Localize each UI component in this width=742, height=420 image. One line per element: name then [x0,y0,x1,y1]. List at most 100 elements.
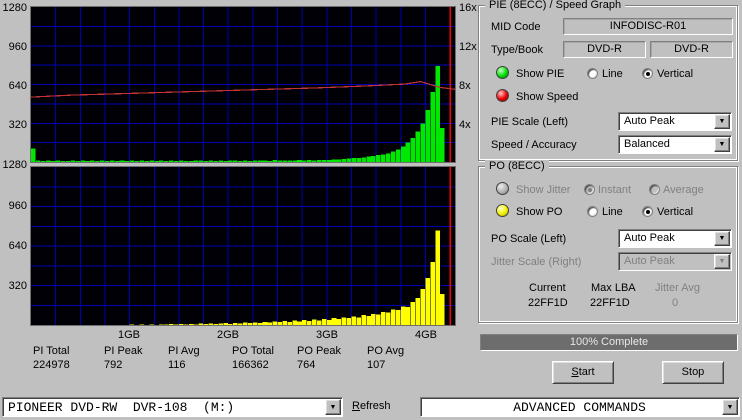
pie-groupbox-title: PIE (8ECC) / Speed Graph [485,0,626,11]
jitter-instant-radio [584,184,595,195]
progress-bar: 100% Complete [480,334,738,351]
pie-axis-tick-640: 640 [8,80,27,92]
advanced-commands-select[interactable]: ADVANCED COMMANDS ▼ [420,397,740,417]
po-scale-dropdown-button[interactable]: ▼ [714,231,730,246]
po-axis-tick-320: 320 [8,280,27,292]
po-vertical-radio[interactable] [642,206,653,217]
chevron-down-icon: ▼ [329,403,337,411]
chevron-down-icon: ▼ [726,403,734,411]
stop-button[interactable]: Stop [662,361,724,384]
x-axis-tick-4gb: 4GB [414,329,437,341]
show-pie-label: Show PIE [516,68,565,80]
stop-button-label: Stop [681,366,705,378]
show-po-label: Show PO [516,206,563,218]
chevron-down-icon: ▼ [718,258,726,265]
pie-vertical-radio[interactable] [642,68,653,79]
jitter-average-label: Average [663,184,704,196]
drive-select[interactable]: PIONEER DVD-RW DVR-108 (M:) ▼ [2,397,343,417]
pi-total-value: 224978 [33,359,70,371]
po-total-value: 166362 [232,359,269,371]
mid-code-value: INFODISC-R01 [563,18,733,35]
chevron-down-icon: ▼ [718,235,726,242]
pie-speed-plot [30,6,456,163]
pi-total-label: PI Total [33,345,70,357]
speed-accuracy-select[interactable]: Balanced ▼ [618,135,732,154]
refresh-button[interactable]: Refresh [352,400,391,412]
po-axis-tick-640: 640 [8,240,27,252]
po-line-label: Line [602,206,623,218]
pie-axis-tick-960: 960 [8,41,27,53]
po-groupbox: PO (8ECC) Show Jitter Instant Average Sh… [478,160,738,323]
speed-accuracy-value: Balanced [624,138,670,150]
po-scale-value: Auto Peak [624,232,675,244]
speed-accuracy-dropdown-button[interactable]: ▼ [714,137,730,152]
pie-axis-tick-1280: 1280 [2,2,27,14]
po-vertical-label: Vertical [657,206,694,218]
pi-avg-label: PI Avg [168,345,200,357]
x-axis-tick-1gb: 1GB [117,329,140,341]
po-groupbox-title: PO (8ECC) [485,160,549,172]
show-pie-led-button[interactable] [496,66,509,79]
max-lba-label: Max LBA [591,282,636,294]
pie-vertical-label: Vertical [657,68,694,80]
po-total-label: PO Total [232,345,274,357]
po-plot [30,166,456,326]
x-axis-tick-2gb: 2GB [216,329,239,341]
jitter-scale-select: Auto Peak ▼ [618,252,732,271]
pie-scale-dropdown-button[interactable]: ▼ [714,114,730,129]
start-button-label-rest: tart [578,366,595,378]
po-scale-select[interactable]: Auto Peak ▼ [618,229,732,248]
progress-text: 100% Complete [569,336,649,348]
po-axis-tick-1280: 1280 [2,159,27,171]
current-label: Current [529,282,566,294]
max-lba-value: 22FF1D [590,297,630,309]
speed-accuracy-label: Speed / Accuracy [491,139,577,151]
refresh-label-initial: R [352,400,360,412]
type-book-value-2: DVD-R [650,41,733,58]
po-peak-label: PO Peak [297,345,342,357]
po-peak-value: 764 [297,359,316,371]
po-chart [31,167,455,325]
pie-line-label: Line [602,68,623,80]
po-avg-label: PO Avg [367,345,405,357]
type-book-label: Type/Book [491,44,543,56]
current-value: 22FF1D [528,297,568,309]
pie-speed-chart [31,7,455,162]
start-button-label: S [571,366,579,378]
jitter-avg-value: 0 [672,297,679,309]
pie-line-radio[interactable] [587,68,598,79]
mid-code-label: MID Code [491,21,541,33]
pi-peak-value: 792 [104,359,123,371]
show-jitter-led-button [496,182,509,195]
pie-axis-tick-320: 320 [8,119,27,131]
show-po-led-button[interactable] [496,204,509,217]
po-scale-label: PO Scale (Left) [491,233,567,245]
chevron-down-icon: ▼ [718,118,726,125]
advanced-commands-value: ADVANCED COMMANDS [513,400,646,415]
show-jitter-label: Show Jitter [516,184,571,196]
drive-select-value: PIONEER DVD-RW DVR-108 (M:) [8,400,235,415]
drive-select-dropdown-button[interactable]: ▼ [325,399,341,415]
pie-speed-groupbox: PIE (8ECC) / Speed Graph MID Code INFODI… [478,0,738,161]
start-button[interactable]: Start [552,361,614,384]
type-book-value-1: DVD-R [563,41,646,58]
po-line-radio[interactable] [587,206,598,217]
pie-scale-select[interactable]: Auto Peak ▼ [618,112,732,131]
app-window: 1280 960 640 320 1280 960 640 320 16x 12… [0,0,742,420]
jitter-avg-label: Jitter Avg [655,282,701,294]
chevron-down-icon: ▼ [718,141,726,148]
jitter-scale-dropdown-button: ▼ [714,254,730,269]
jitter-scale-value: Auto Peak [624,255,675,267]
pie-scale-value: Auto Peak [624,115,675,127]
x-axis-tick-3gb: 3GB [315,329,338,341]
po-avg-value: 107 [367,359,386,371]
jitter-average-radio [649,184,660,195]
show-speed-led-button[interactable] [496,89,509,102]
pi-avg-value: 116 [168,359,186,371]
po-axis-tick-960: 960 [8,200,27,212]
jitter-instant-label: Instant [598,184,632,196]
pie-scale-label: PIE Scale (Left) [491,116,569,128]
refresh-label-rest: efresh [359,400,391,412]
pi-peak-label: PI Peak [104,345,143,357]
advanced-commands-dropdown-button[interactable]: ▼ [722,399,738,415]
